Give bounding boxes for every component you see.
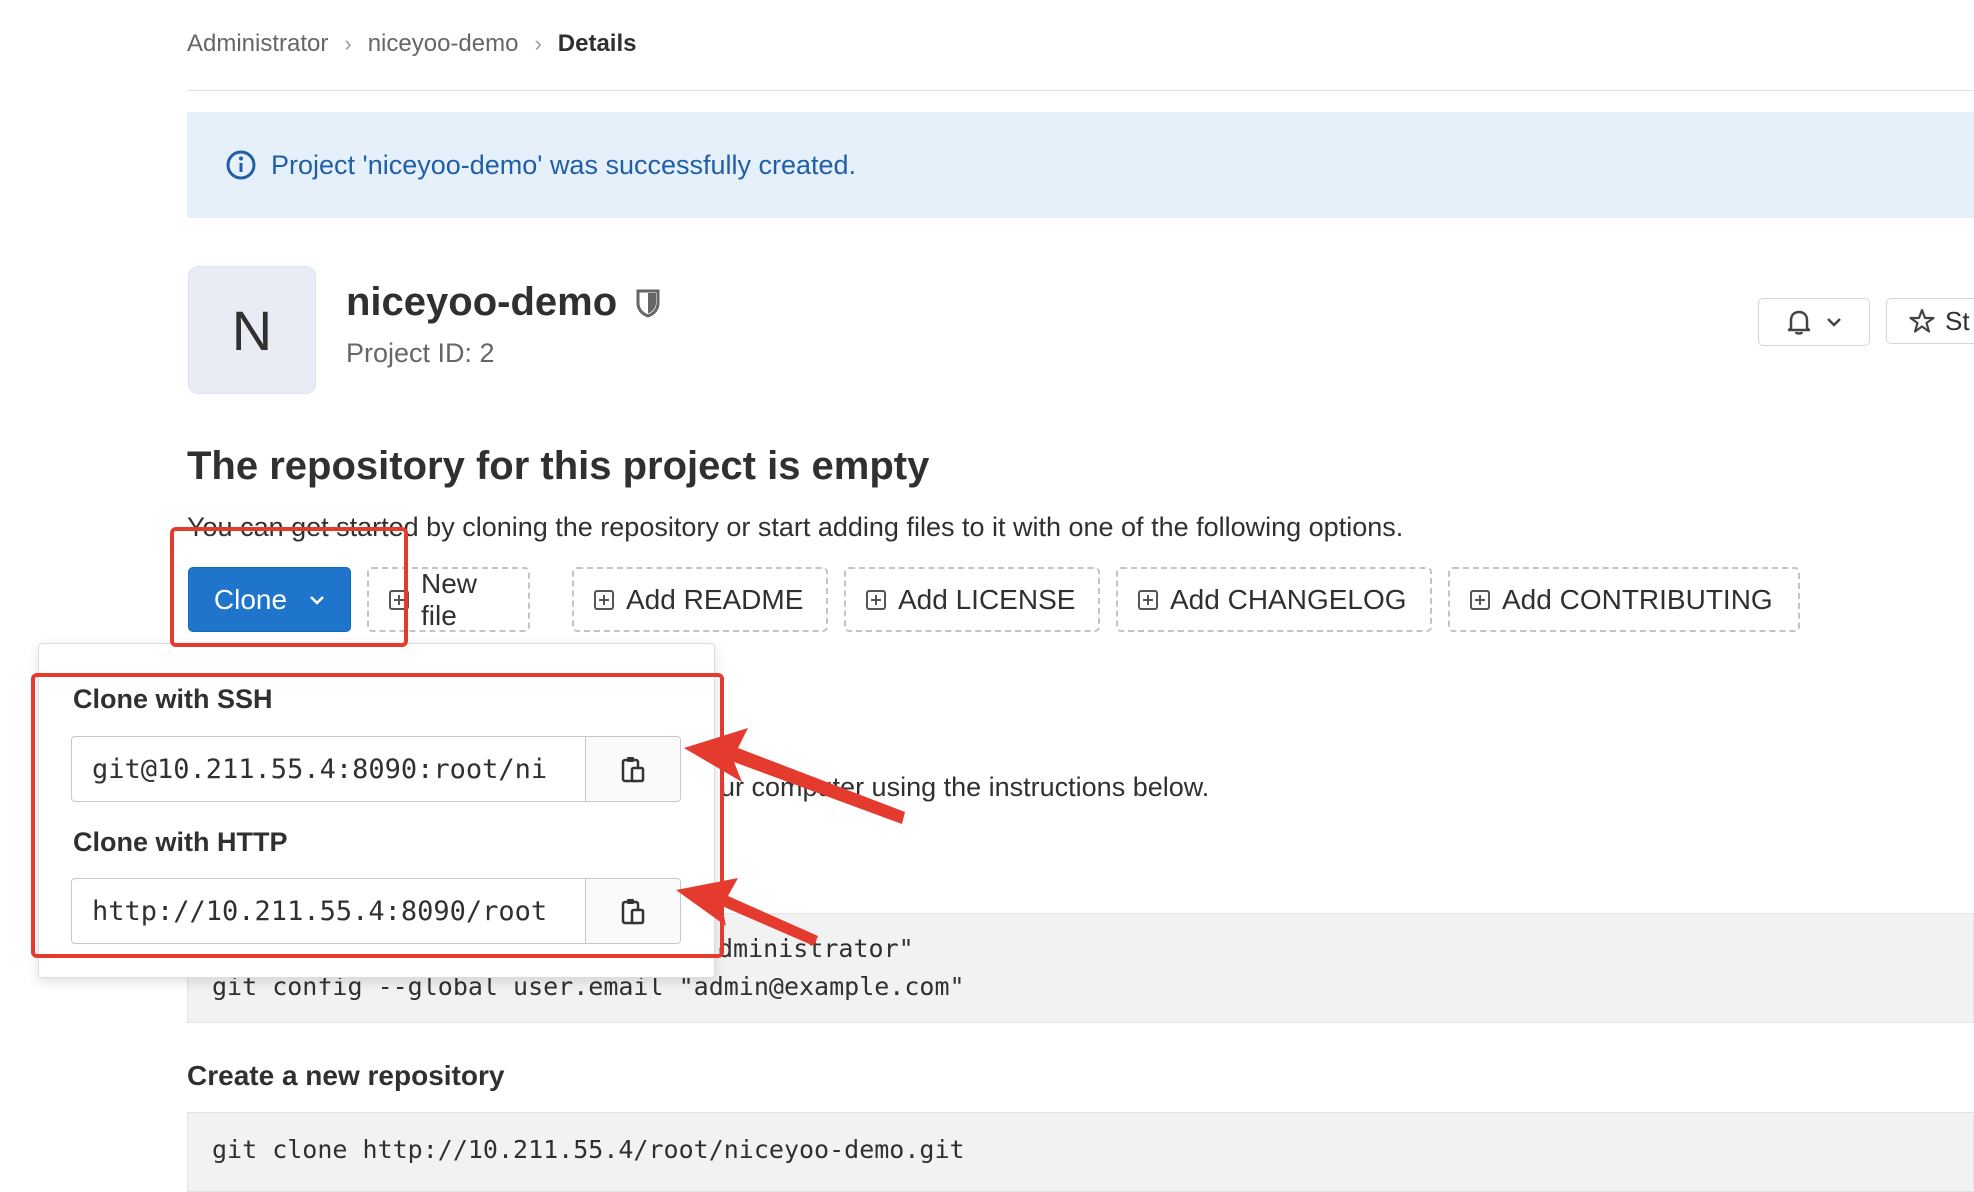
- add-readme-label: Add README: [626, 583, 804, 615]
- add-changelog-button[interactable]: Add CHANGELOG: [1116, 567, 1432, 632]
- chevron-right-icon: ›: [344, 31, 352, 56]
- add-contributing-label: Add CONTRIBUTING: [1502, 583, 1773, 615]
- project-avatar: N: [188, 266, 316, 394]
- project-id: Project ID: 2: [346, 338, 495, 368]
- add-changelog-label: Add CHANGELOG: [1170, 583, 1407, 615]
- breadcrumb-item-project[interactable]: niceyoo-demo: [368, 30, 519, 58]
- project-title: niceyoo-demo: [346, 280, 661, 325]
- code-line: dministrator": [718, 934, 914, 963]
- empty-repo-title: The repository for this project is empty: [187, 444, 930, 488]
- annotation-box-dropdown: [31, 673, 724, 958]
- breadcrumb-current[interactable]: Details: [558, 30, 637, 58]
- new-file-label: New file: [421, 567, 478, 631]
- code-line: git clone http://10.211.55.4/root/niceyo…: [212, 1135, 965, 1164]
- star-icon: [1909, 308, 1935, 333]
- instructions-text: ur computer using the instructions below…: [720, 772, 1210, 802]
- info-icon: [226, 150, 256, 180]
- chevron-right-icon: ›: [534, 31, 542, 56]
- add-contributing-button[interactable]: Add CONTRIBUTING: [1448, 567, 1800, 632]
- header-divider: [187, 90, 1974, 91]
- shield-icon: [636, 289, 660, 318]
- annotation-box-clone: [170, 527, 408, 647]
- plus-square-icon: [866, 589, 886, 610]
- bell-icon: [1787, 310, 1811, 335]
- notification-dropdown-button[interactable]: [1758, 298, 1870, 346]
- alert-message: Project 'niceyoo-demo' was successfully …: [271, 149, 857, 180]
- star-button[interactable]: St: [1886, 298, 1974, 344]
- create-repo-code-block: git clone http://10.211.55.4/root/niceyo…: [187, 1112, 1974, 1192]
- chevron-down-icon: [1827, 318, 1841, 327]
- plus-square-icon: [1138, 589, 1158, 610]
- project-name: niceyoo-demo: [346, 280, 618, 324]
- success-alert: Project 'niceyoo-demo' was successfully …: [187, 112, 1974, 218]
- add-readme-button[interactable]: Add README: [572, 567, 828, 632]
- add-license-label: Add LICENSE: [898, 583, 1076, 615]
- create-repo-heading: Create a new repository: [187, 1060, 505, 1091]
- plus-square-icon: [594, 589, 614, 610]
- add-license-button[interactable]: Add LICENSE: [844, 567, 1100, 632]
- breadcrumb-item-administrator[interactable]: Administrator: [187, 30, 328, 58]
- plus-square-icon: [1470, 589, 1490, 610]
- breadcrumb: Administrator › niceyoo-demo › Details: [187, 26, 636, 62]
- star-label: St: [1945, 305, 1970, 336]
